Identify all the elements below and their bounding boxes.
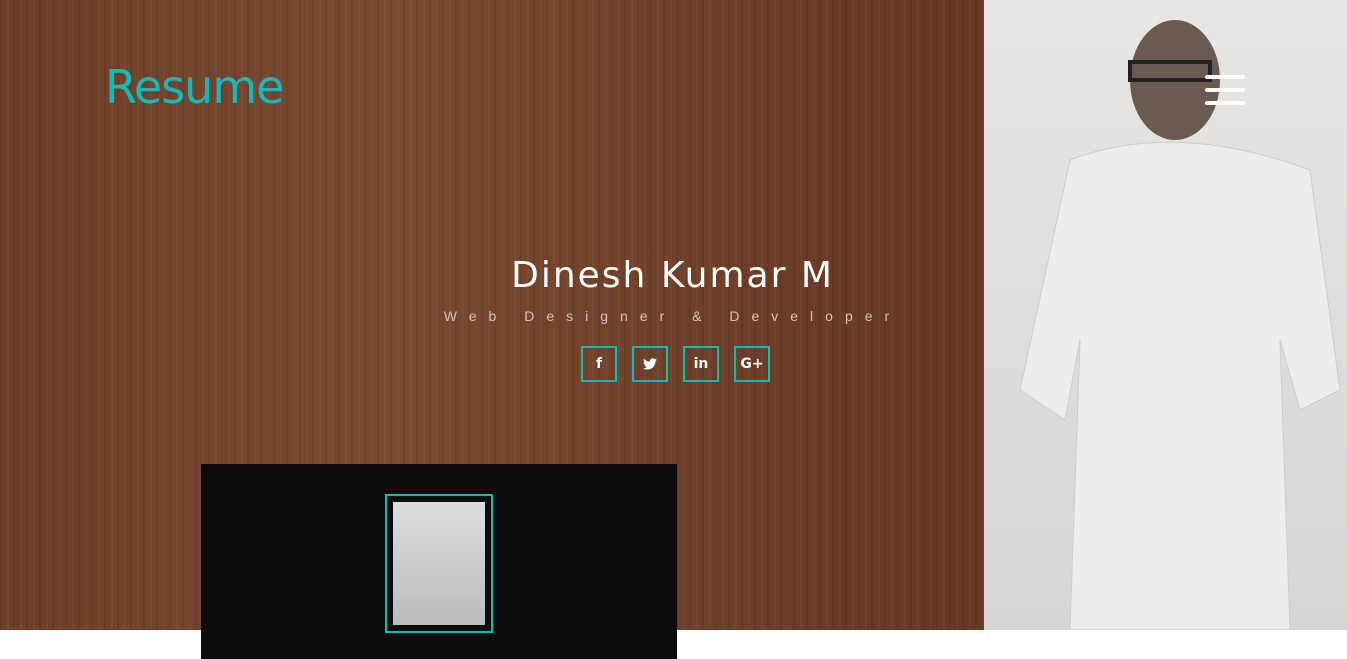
social-links: f in G+ (581, 346, 770, 382)
google-plus-icon[interactable]: G+ (734, 346, 770, 382)
hero-role: Web Designer & Developer (443, 308, 902, 324)
facebook-icon[interactable]: f (581, 346, 617, 382)
site-logo[interactable]: Resume (105, 60, 284, 114)
hero-name: Dinesh Kumar M (511, 255, 834, 296)
hamburger-menu-icon[interactable] (1205, 75, 1245, 105)
twitter-icon[interactable] (632, 346, 668, 382)
linkedin-icon[interactable]: in (683, 346, 719, 382)
profile-photo (984, 0, 1347, 630)
person-silhouette (1019, 20, 1341, 630)
profile-thumbnail (385, 494, 493, 633)
